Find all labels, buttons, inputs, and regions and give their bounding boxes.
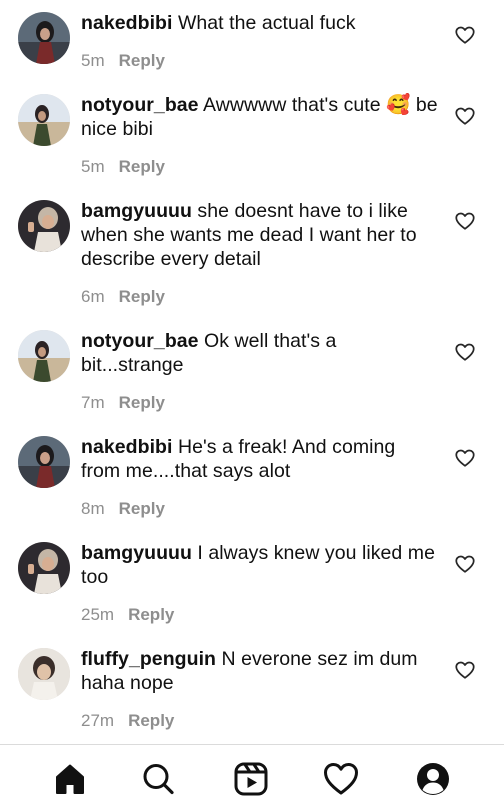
reply-button[interactable]: Reply — [119, 393, 165, 413]
comment-meta: 7m Reply — [81, 393, 439, 413]
comment-meta: 5m Reply — [81, 157, 439, 177]
comment-time: 5m — [81, 51, 105, 70]
comment-time: 27m — [81, 711, 115, 730]
avatar[interactable] — [18, 542, 70, 594]
reply-button[interactable]: Reply — [119, 499, 165, 519]
comment-text: nakedbibi He's a freak! And coming from … — [81, 435, 439, 483]
reels-icon[interactable] — [231, 759, 271, 799]
comment-username[interactable]: notyour_bae — [81, 330, 199, 352]
comment-time: 7m — [81, 393, 105, 412]
like-heart-icon[interactable] — [454, 659, 476, 681]
comment-username[interactable]: bamgyuuuu — [81, 200, 192, 222]
avatar[interactable] — [18, 436, 70, 488]
reply-button[interactable]: Reply — [119, 157, 165, 177]
search-icon[interactable] — [138, 759, 178, 799]
comment-text: notyour_bae Awwwww that's cute 🥰 be nice… — [81, 93, 439, 141]
comment-time: 8m — [81, 499, 105, 518]
like-heart-icon[interactable] — [454, 553, 476, 575]
reply-button[interactable]: Reply — [128, 711, 174, 731]
comment-time: 6m — [81, 287, 105, 306]
avatar[interactable] — [18, 330, 70, 382]
comment-text: notyour_bae Ok well that's a bit...stran… — [81, 329, 439, 377]
comment-text: bamgyuuuu I always knew you liked me too — [81, 541, 439, 589]
comment-meta: 25m Reply — [81, 605, 439, 625]
comment-meta: 5m Reply — [81, 51, 439, 71]
comment-meta: 27m Reply — [81, 711, 439, 731]
like-heart-icon[interactable] — [454, 341, 476, 363]
comment-time: 5m — [81, 157, 105, 176]
bottom-tab-bar — [0, 744, 504, 810]
comment-list: nakedbibi What the actual fuck 5m Reply n… — [0, 0, 504, 744]
profile-icon[interactable] — [413, 759, 453, 799]
comment-username[interactable]: bamgyuuuu — [81, 542, 192, 564]
comment-username[interactable]: nakedbibi — [81, 12, 172, 34]
comment-username[interactable]: notyour_bae — [81, 94, 199, 116]
comment-text: nakedbibi What the actual fuck — [81, 11, 439, 35]
comment-meta: 8m Reply — [81, 499, 439, 519]
comment-time: 25m — [81, 605, 115, 624]
comment-body: What the actual fuck — [177, 12, 356, 34]
comment-meta: 6m Reply — [81, 287, 439, 307]
avatar[interactable] — [18, 648, 70, 700]
heart-icon[interactable] — [321, 759, 361, 799]
comment-text: fluffy_penguin N everone sez im dum haha… — [81, 647, 439, 695]
comment-username[interactable]: nakedbibi — [81, 436, 172, 458]
like-heart-icon[interactable] — [454, 447, 476, 469]
comment-username[interactable]: fluffy_penguin — [81, 648, 216, 670]
like-heart-icon[interactable] — [454, 24, 476, 46]
like-heart-icon[interactable] — [454, 210, 476, 232]
reply-button[interactable]: Reply — [128, 605, 174, 625]
home-icon[interactable] — [50, 759, 90, 799]
reply-button[interactable]: Reply — [119, 287, 165, 307]
avatar[interactable] — [18, 94, 70, 146]
avatar[interactable] — [18, 200, 70, 252]
comment-text: bamgyuuuu she doesnt have to i like when… — [81, 199, 439, 271]
like-heart-icon[interactable] — [454, 105, 476, 127]
reply-button[interactable]: Reply — [119, 51, 165, 71]
avatar[interactable] — [18, 12, 70, 64]
